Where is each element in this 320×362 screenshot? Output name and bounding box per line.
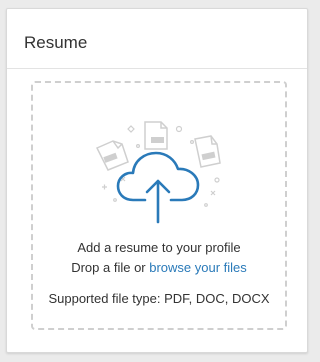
upload-illustration (95, 121, 221, 224)
dropzone-instructions: Drop a file or browse your files (33, 260, 285, 276)
file-docx-icon (194, 135, 221, 168)
file-pdf-icon (144, 121, 168, 150)
supported-file-types: Supported file type: PDF, DOC, DOCX (48, 291, 270, 306)
cloud-upload-icon (116, 151, 200, 224)
resume-dropzone[interactable]: Add a resume to your profile Drop a file… (31, 81, 287, 330)
drop-prefix: Drop a file or (71, 260, 150, 275)
dropzone-headline: Add a resume to your profile (77, 240, 241, 255)
card-title: Resume (24, 33, 88, 52)
resume-card: Resume Add a resume to your profile Drop… (6, 8, 308, 353)
card-header: Resume (7, 9, 307, 69)
browse-files-link[interactable]: browse your files (149, 260, 247, 275)
file-doc-icon (95, 140, 129, 171)
